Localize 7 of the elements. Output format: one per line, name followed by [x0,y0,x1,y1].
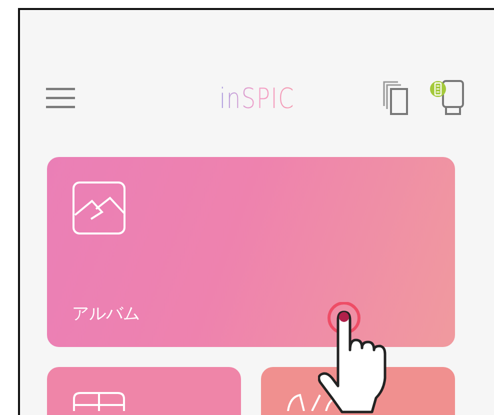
grid-icon [72,391,126,411]
menu-icon[interactable] [46,87,75,109]
stacked-cards-icon[interactable] [383,80,409,116]
printer-battery-icon[interactable] [429,79,467,117]
album-card[interactable]: アルバム [47,157,455,347]
image-icon [72,181,126,235]
layout-card[interactable] [47,367,241,415]
